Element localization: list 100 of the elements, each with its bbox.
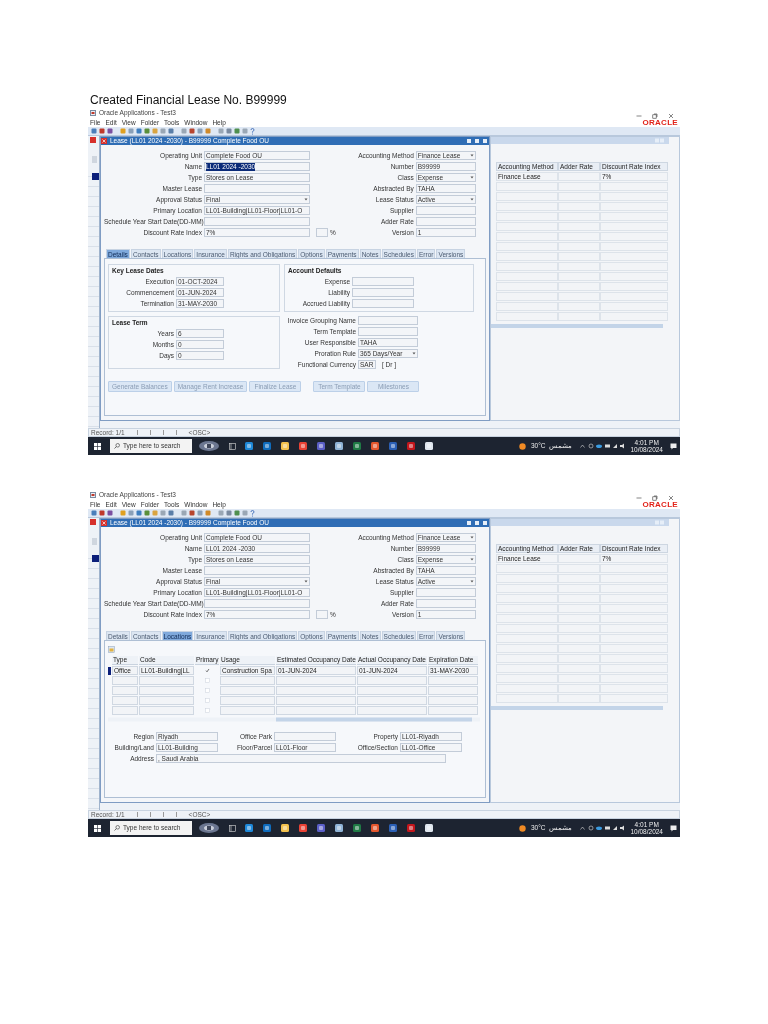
app-icon[interactable] [353,824,361,832]
help-icon[interactable] [250,127,255,135]
folder-icon[interactable] [108,646,115,653]
app-icon[interactable] [317,442,325,450]
restore-icon[interactable] [652,495,658,501]
app-icon[interactable] [281,442,289,450]
app-icon[interactable] [299,824,307,832]
app-icon[interactable] [299,442,307,450]
table-cell [428,686,478,695]
table-cell [139,686,194,695]
minimize-icon[interactable] [636,495,642,501]
app-icon[interactable] [263,824,271,832]
scrollbar[interactable] [108,717,480,722]
table-cell [220,696,275,705]
table-cell[interactable] [112,686,138,695]
system-tray-drawing [580,825,627,831]
app-icon[interactable] [317,824,325,832]
table-cell[interactable] [112,676,138,685]
table-cell [220,686,275,695]
caret-icon [304,580,308,583]
app-icon[interactable] [353,442,361,450]
input-field[interactable] [352,288,414,297]
app-icon[interactable] [407,824,415,832]
table-cell [428,676,478,685]
row-marker-icon [108,666,111,675]
table-cell[interactable] [112,696,138,705]
app-icon[interactable] [389,442,397,450]
app-icon[interactable] [245,824,253,832]
input-field[interactable] [204,217,310,226]
input-field[interactable] [204,566,310,575]
table-cell [220,676,275,685]
restore-icon[interactable] [652,113,658,119]
table-cell [558,172,600,181]
table-cell [357,686,427,695]
search-icon [114,825,120,831]
input-field[interactable] [358,316,418,325]
table-cell [357,676,427,685]
close-icon[interactable] [668,113,674,119]
app-icon[interactable] [425,824,433,832]
scrollbar[interactable] [491,324,663,328]
minimize-icon[interactable] [467,521,471,525]
app-icon[interactable] [335,824,343,832]
app-icon [90,492,96,498]
table-cell [428,696,478,705]
input-field[interactable] [415,588,476,597]
input-field[interactable] [415,599,476,608]
minimize-icon[interactable] [467,139,471,143]
document-title: Created Financial Lease No. B99999 [90,93,288,108]
app-icon[interactable] [425,442,433,450]
caret-icon [304,198,308,201]
task-view-icon[interactable] [229,824,236,832]
table-cell [139,706,194,715]
notification-icon[interactable] [670,442,677,450]
app-icon[interactable] [335,442,343,450]
table-cell [357,706,427,715]
app-icon[interactable] [389,824,397,832]
weather-sun-icon [518,442,526,450]
close-icon[interactable] [668,495,674,501]
maximize-icon[interactable] [475,139,479,143]
table-cell [139,696,194,705]
input-field[interactable] [352,277,414,286]
input-field[interactable] [204,184,310,193]
task-view-icon[interactable] [229,442,236,450]
logo-text: ORACLE [642,118,678,127]
input-field[interactable] [415,206,476,215]
maximize-icon[interactable] [475,521,479,525]
windows-start-icon[interactable] [94,824,101,832]
input-field[interactable] [352,299,414,308]
notification-icon[interactable] [670,824,677,832]
caret-icon [412,352,416,355]
table-cell [139,676,194,685]
input-field[interactable] [316,228,328,237]
input-field[interactable] [274,732,336,741]
search-icon [114,443,120,449]
app-icon[interactable] [371,442,379,450]
logo-text: ORACLE [642,500,678,509]
scrollbar[interactable] [491,706,663,710]
app-icon[interactable] [407,442,415,450]
input-field[interactable] [415,217,476,226]
system-tray-drawing [580,443,627,449]
app-icon[interactable] [263,442,271,450]
table-cell [357,696,427,705]
weather-sun-icon [518,824,526,832]
table-cell [558,554,600,563]
windows-start-icon[interactable] [94,442,101,450]
table-cell [220,706,275,715]
table-cell[interactable] [112,706,138,715]
app-icon[interactable] [281,824,289,832]
app-icon [90,110,96,116]
table-cell [428,706,478,715]
search-highlight-icon[interactable] [198,440,220,452]
input-field[interactable] [204,599,310,608]
app-icon[interactable] [371,824,379,832]
input-field[interactable] [358,327,418,336]
minimize-icon[interactable] [636,113,642,119]
input-field[interactable] [316,610,328,619]
help-icon[interactable] [250,509,255,517]
search-highlight-icon[interactable] [198,822,220,834]
checkbox[interactable] [205,668,210,673]
app-icon[interactable] [245,442,253,450]
